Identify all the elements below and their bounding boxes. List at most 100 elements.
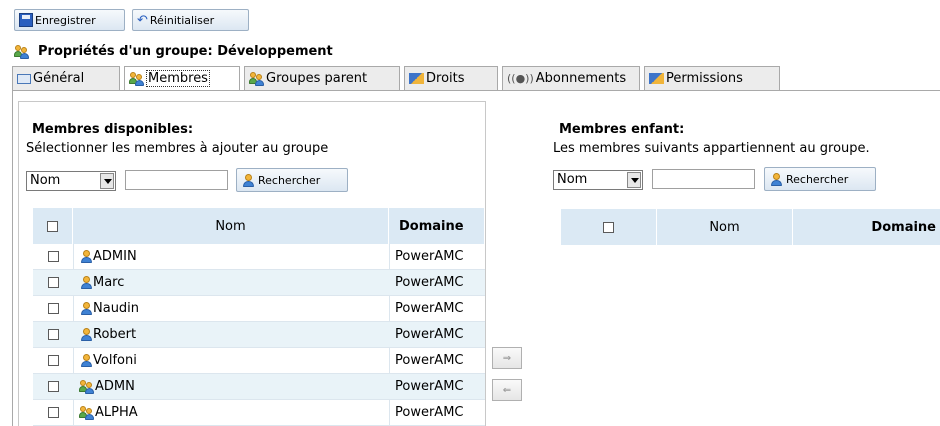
search-button-label: Rechercher <box>786 172 849 186</box>
tab-subscriptions[interactable]: ((●)) Abonnements <box>502 66 640 90</box>
tab-parent-groups[interactable]: Groupes parent <box>244 66 400 90</box>
subscription-icon: ((●)) <box>507 72 534 85</box>
row-checkbox[interactable] <box>47 381 59 392</box>
page-title-text: Propriétés d'un groupe: Développement <box>38 44 333 59</box>
member-name: Naudin <box>93 301 140 316</box>
remove-member-button[interactable]: ⇐ <box>492 379 522 401</box>
tab-members[interactable]: Membres <box>124 66 240 90</box>
available-filter-select[interactable]: Nom <box>26 171 116 191</box>
row-select-cell <box>33 400 73 425</box>
column-header-name[interactable]: Nom <box>657 209 793 245</box>
children-filter-select[interactable]: Nom <box>553 170 643 190</box>
add-member-button[interactable]: ⇒ <box>492 347 522 369</box>
available-search-button[interactable]: Rechercher <box>236 168 348 192</box>
member-name: Robert <box>93 327 137 342</box>
select-all-checkbox[interactable] <box>603 221 614 233</box>
row-select-cell <box>33 296 73 321</box>
user-icon <box>79 301 93 316</box>
children-search-input[interactable] <box>652 169 755 189</box>
children-heading: Membres enfant: <box>559 122 685 137</box>
group-icon <box>79 379 95 394</box>
row-select-cell <box>33 348 73 373</box>
member-name: ADMN <box>95 379 135 394</box>
member-name: Volfoni <box>93 353 137 368</box>
member-name-cell: Marc <box>79 270 379 295</box>
select-all-cell <box>561 209 657 245</box>
member-domain: PowerAMC <box>395 249 464 264</box>
member-name-cell: ADMN <box>79 374 379 399</box>
chevron-down-icon <box>100 173 114 189</box>
user-icon <box>79 249 93 264</box>
row-checkbox[interactable] <box>47 251 59 262</box>
row-checkbox[interactable] <box>47 407 59 418</box>
member-name-cell: Robert <box>79 322 379 347</box>
member-domain: PowerAMC <box>395 275 464 290</box>
member-name-cell: ALPHA <box>79 400 379 425</box>
tab-label: Membres <box>146 70 210 87</box>
table-row[interactable]: Volfoni PowerAMC <box>33 348 485 374</box>
group-icon <box>79 405 95 420</box>
select-all-cell <box>33 208 73 244</box>
row-checkbox[interactable] <box>47 355 59 366</box>
member-domain: PowerAMC <box>395 353 464 368</box>
row-select-cell <box>33 322 73 347</box>
general-icon <box>17 73 31 84</box>
member-name: ALPHA <box>95 405 138 420</box>
save-icon <box>19 13 33 27</box>
row-checkbox[interactable] <box>47 277 59 288</box>
user-icon <box>79 353 93 368</box>
table-row[interactable]: Robert PowerAMC <box>33 322 485 348</box>
search-button-label: Rechercher <box>258 173 321 187</box>
permissions-icon <box>649 73 664 84</box>
column-header-name[interactable]: Nom <box>73 208 389 244</box>
table-row[interactable]: ADMN PowerAMC <box>33 374 485 400</box>
tab-rights[interactable]: Droits <box>404 66 498 90</box>
user-search-icon <box>241 173 255 188</box>
table-row[interactable]: Marc PowerAMC <box>33 270 485 296</box>
user-icon <box>79 327 93 342</box>
member-name-cell: Naudin <box>79 296 379 321</box>
member-domain: PowerAMC <box>395 379 464 394</box>
page-title: Propriétés d'un groupe: Développement <box>14 44 333 59</box>
row-select-cell <box>33 244 73 269</box>
row-select-cell <box>33 374 73 399</box>
save-label: Enregistrer <box>35 13 96 27</box>
member-name-cell: ADMIN <box>79 244 379 269</box>
select-all-checkbox[interactable] <box>47 220 58 232</box>
reset-button[interactable]: ↶ Réinitialiser <box>132 9 249 31</box>
reset-label: Réinitialiser <box>149 13 215 27</box>
column-header-domain[interactable]: Domaine <box>793 209 940 245</box>
table-row[interactable]: ALPHA PowerAMC <box>33 400 485 426</box>
table-row[interactable]: ADMIN PowerAMC <box>33 244 485 270</box>
select-value: Nom <box>30 173 61 188</box>
group-icon <box>129 71 145 86</box>
select-value: Nom <box>557 172 588 187</box>
tab-panel-border <box>12 90 940 91</box>
save-button[interactable]: Enregistrer <box>14 9 125 31</box>
available-members-table: Nom Domaine ADMIN PowerAMC Marc PowerAMC Nau… <box>33 208 485 426</box>
user-icon <box>79 275 93 290</box>
arrow-left-icon: ⇐ <box>502 384 512 396</box>
group-icon <box>14 44 30 59</box>
available-heading: Membres disponibles: <box>32 122 194 137</box>
group-icon <box>249 71 265 86</box>
tab-permissions[interactable]: Permissions <box>644 66 780 90</box>
tab-label: Général <box>33 71 85 86</box>
tab-general[interactable]: Général <box>12 66 120 90</box>
row-checkbox[interactable] <box>47 303 59 314</box>
children-description: Les membres suivants appartiennent au gr… <box>553 141 870 156</box>
member-domain: PowerAMC <box>395 405 464 420</box>
undo-icon: ↶ <box>137 12 148 28</box>
member-name: Marc <box>93 275 125 290</box>
children-search-button[interactable]: Rechercher <box>764 167 876 191</box>
user-search-icon <box>769 172 783 187</box>
table-row[interactable]: Naudin PowerAMC <box>33 296 485 322</box>
tab-label: Droits <box>426 71 465 86</box>
column-header-domain[interactable]: Domaine <box>389 208 485 244</box>
row-select-cell <box>33 270 73 295</box>
available-description: Sélectionner les membres à ajouter au gr… <box>26 141 329 156</box>
tab-label: Permissions <box>666 71 743 86</box>
member-name-cell: Volfoni <box>79 348 379 373</box>
row-checkbox[interactable] <box>47 329 59 340</box>
available-search-input[interactable] <box>125 170 228 190</box>
